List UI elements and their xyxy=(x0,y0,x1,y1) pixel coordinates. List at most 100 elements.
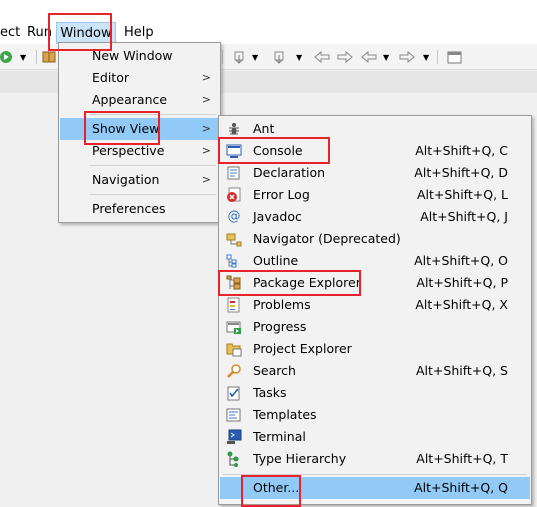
menu-item-shortcut: Alt+Shift+Q, L xyxy=(416,187,508,202)
menu-item-label: Show View xyxy=(92,121,160,136)
menu-help[interactable]: Help xyxy=(124,25,154,41)
menu-item-templates[interactable]: Templates xyxy=(220,404,530,426)
submenu-arrow-icon: > xyxy=(201,122,211,135)
menu-item-shortcut: Alt+Shift+Q, J xyxy=(420,209,508,224)
menu-item-type-hierarchy[interactable]: Type Hierarchy Alt+Shift+Q, T xyxy=(220,448,530,470)
ant-icon xyxy=(226,121,242,137)
javadoc-icon: @ xyxy=(227,209,241,224)
menu-item-label: Package Explorer xyxy=(253,275,361,290)
menu-window[interactable]: Window xyxy=(56,22,116,44)
menu-item-error-log[interactable]: Error Log Alt+Shift+Q, L xyxy=(220,184,530,206)
menu-item-shortcut: Alt+Shift+Q, S xyxy=(415,363,508,378)
submenu-arrow-icon: > xyxy=(201,93,211,106)
chevron-down-icon[interactable]: ▼ xyxy=(296,53,302,69)
menu-item-appearance[interactable]: Appearance > xyxy=(60,89,219,111)
menu-item-shortcut: Alt+Shift+Q, D xyxy=(414,165,508,180)
menu-item-label: Error Log xyxy=(253,187,310,202)
menu-item-label: Terminal xyxy=(253,429,306,444)
menu-item-package-explorer[interactable]: Package Explorer Alt+Shift+Q, P xyxy=(220,272,530,294)
chevron-down-icon[interactable]: ▼ xyxy=(252,53,258,69)
run-icon[interactable] xyxy=(0,49,14,65)
menu-item-preferences[interactable]: Preferences xyxy=(60,198,219,220)
menu-run[interactable]: Run xyxy=(27,25,52,41)
menu-item-search[interactable]: Search Alt+Shift+Q, S xyxy=(220,360,530,382)
menu-item-label: Ant xyxy=(253,121,275,136)
outline-icon xyxy=(226,253,242,269)
window-menu: New Window Editor > Appearance > Show Vi… xyxy=(58,42,221,223)
menu-item-new-window[interactable]: New Window xyxy=(60,45,219,67)
menu-item-label: Javadoc xyxy=(253,209,302,224)
menu-item-shortcut: Alt+Shift+Q, C xyxy=(415,143,508,158)
back-arrow-icon[interactable] xyxy=(360,49,378,65)
menu-item-show-view[interactable]: Show View > xyxy=(60,118,219,140)
menu-item-label: Appearance xyxy=(92,92,168,107)
submenu-arrow-icon: > xyxy=(201,71,211,84)
menu-item-shortcut: Alt+Shift+Q, Q xyxy=(414,480,508,495)
next-annotation-icon[interactable] xyxy=(272,49,288,65)
menu-item-label: Editor xyxy=(92,70,129,85)
navigator-icon xyxy=(226,231,242,247)
menu-item-shortcut: Alt+Shift+Q, T xyxy=(416,451,508,466)
menu-item-ant[interactable]: Ant xyxy=(220,118,530,140)
menu-item-editor[interactable]: Editor > xyxy=(60,67,219,89)
menu-bar: ect Run Window Help xyxy=(0,0,537,44)
menu-item-label: Project Explorer xyxy=(253,341,352,356)
menu-item-terminal[interactable]: Terminal xyxy=(220,426,530,448)
last-edit-icon[interactable] xyxy=(313,49,331,65)
chevron-down-icon[interactable]: ▼ xyxy=(20,53,26,69)
menu-separator xyxy=(89,165,216,166)
menu-item-project-explorer[interactable]: Project Explorer xyxy=(220,338,530,360)
menu-item-tasks[interactable]: Tasks xyxy=(220,382,530,404)
project-explorer-icon xyxy=(226,341,242,357)
menu-project[interactable]: ect xyxy=(0,25,20,41)
menu-item-label: Perspective xyxy=(92,143,165,158)
package-icon[interactable] xyxy=(42,49,56,65)
menu-item-label: Tasks xyxy=(253,385,287,400)
menu-item-outline[interactable]: Outline Alt+Shift+Q, O xyxy=(220,250,530,272)
menu-item-navigation[interactable]: Navigation > xyxy=(60,169,219,191)
menu-item-shortcut: Alt+Shift+Q, P xyxy=(416,275,508,290)
chevron-down-icon[interactable]: ▼ xyxy=(423,53,429,69)
menu-item-progress[interactable]: Progress xyxy=(220,316,530,338)
menu-item-console[interactable]: Console Alt+Shift+Q, C xyxy=(220,140,530,162)
open-perspective-icon[interactable] xyxy=(446,49,464,65)
declaration-icon xyxy=(226,165,242,181)
menu-item-navigator[interactable]: Navigator (Deprecated) xyxy=(220,228,530,250)
menu-item-other[interactable]: Other... Alt+Shift+Q, Q xyxy=(220,477,530,499)
menu-item-label: Navigator (Deprecated) xyxy=(253,231,401,246)
toolbar-separator xyxy=(36,49,38,65)
error-log-icon xyxy=(226,187,242,203)
menu-item-problems[interactable]: Problems Alt+Shift+Q, X xyxy=(220,294,530,316)
templates-icon xyxy=(226,407,242,423)
tasks-icon xyxy=(226,385,242,401)
terminal-icon xyxy=(226,429,242,445)
menu-item-label: New Window xyxy=(92,48,173,63)
problems-icon xyxy=(226,297,242,313)
menu-item-label: Navigation xyxy=(92,172,160,187)
menu-item-javadoc[interactable]: @ Javadoc Alt+Shift+Q, J xyxy=(220,206,530,228)
menu-item-label: Search xyxy=(253,363,296,378)
menu-item-label: Preferences xyxy=(92,201,166,216)
menu-item-shortcut: Alt+Shift+Q, X xyxy=(415,297,508,312)
menu-item-label: Declaration xyxy=(253,165,326,180)
annotation-icon[interactable] xyxy=(232,49,248,65)
menu-item-label: Outline xyxy=(253,253,299,268)
menu-item-label: Console xyxy=(253,143,303,158)
menu-item-label: Progress xyxy=(253,319,307,334)
menu-item-declaration[interactable]: Declaration Alt+Shift+Q, D xyxy=(220,162,530,184)
menu-item-perspective[interactable]: Perspective > xyxy=(60,140,219,162)
forward-edit-icon[interactable] xyxy=(336,49,354,65)
type-hierarchy-icon xyxy=(226,451,242,467)
toolbar-separator xyxy=(222,49,224,65)
show-view-menu: Ant Console Alt+Shift+Q, C Declaration A… xyxy=(218,115,532,505)
chevron-down-icon[interactable]: ▼ xyxy=(383,53,389,69)
console-icon xyxy=(226,143,242,159)
progress-icon xyxy=(226,319,242,335)
menu-item-label: Templates xyxy=(253,407,317,422)
menu-item-label: Other... xyxy=(253,480,300,495)
search-icon xyxy=(226,363,242,379)
menu-separator xyxy=(89,194,216,195)
forward-arrow-icon[interactable] xyxy=(398,49,416,65)
submenu-arrow-icon: > xyxy=(201,144,211,157)
submenu-arrow-icon: > xyxy=(201,173,211,186)
